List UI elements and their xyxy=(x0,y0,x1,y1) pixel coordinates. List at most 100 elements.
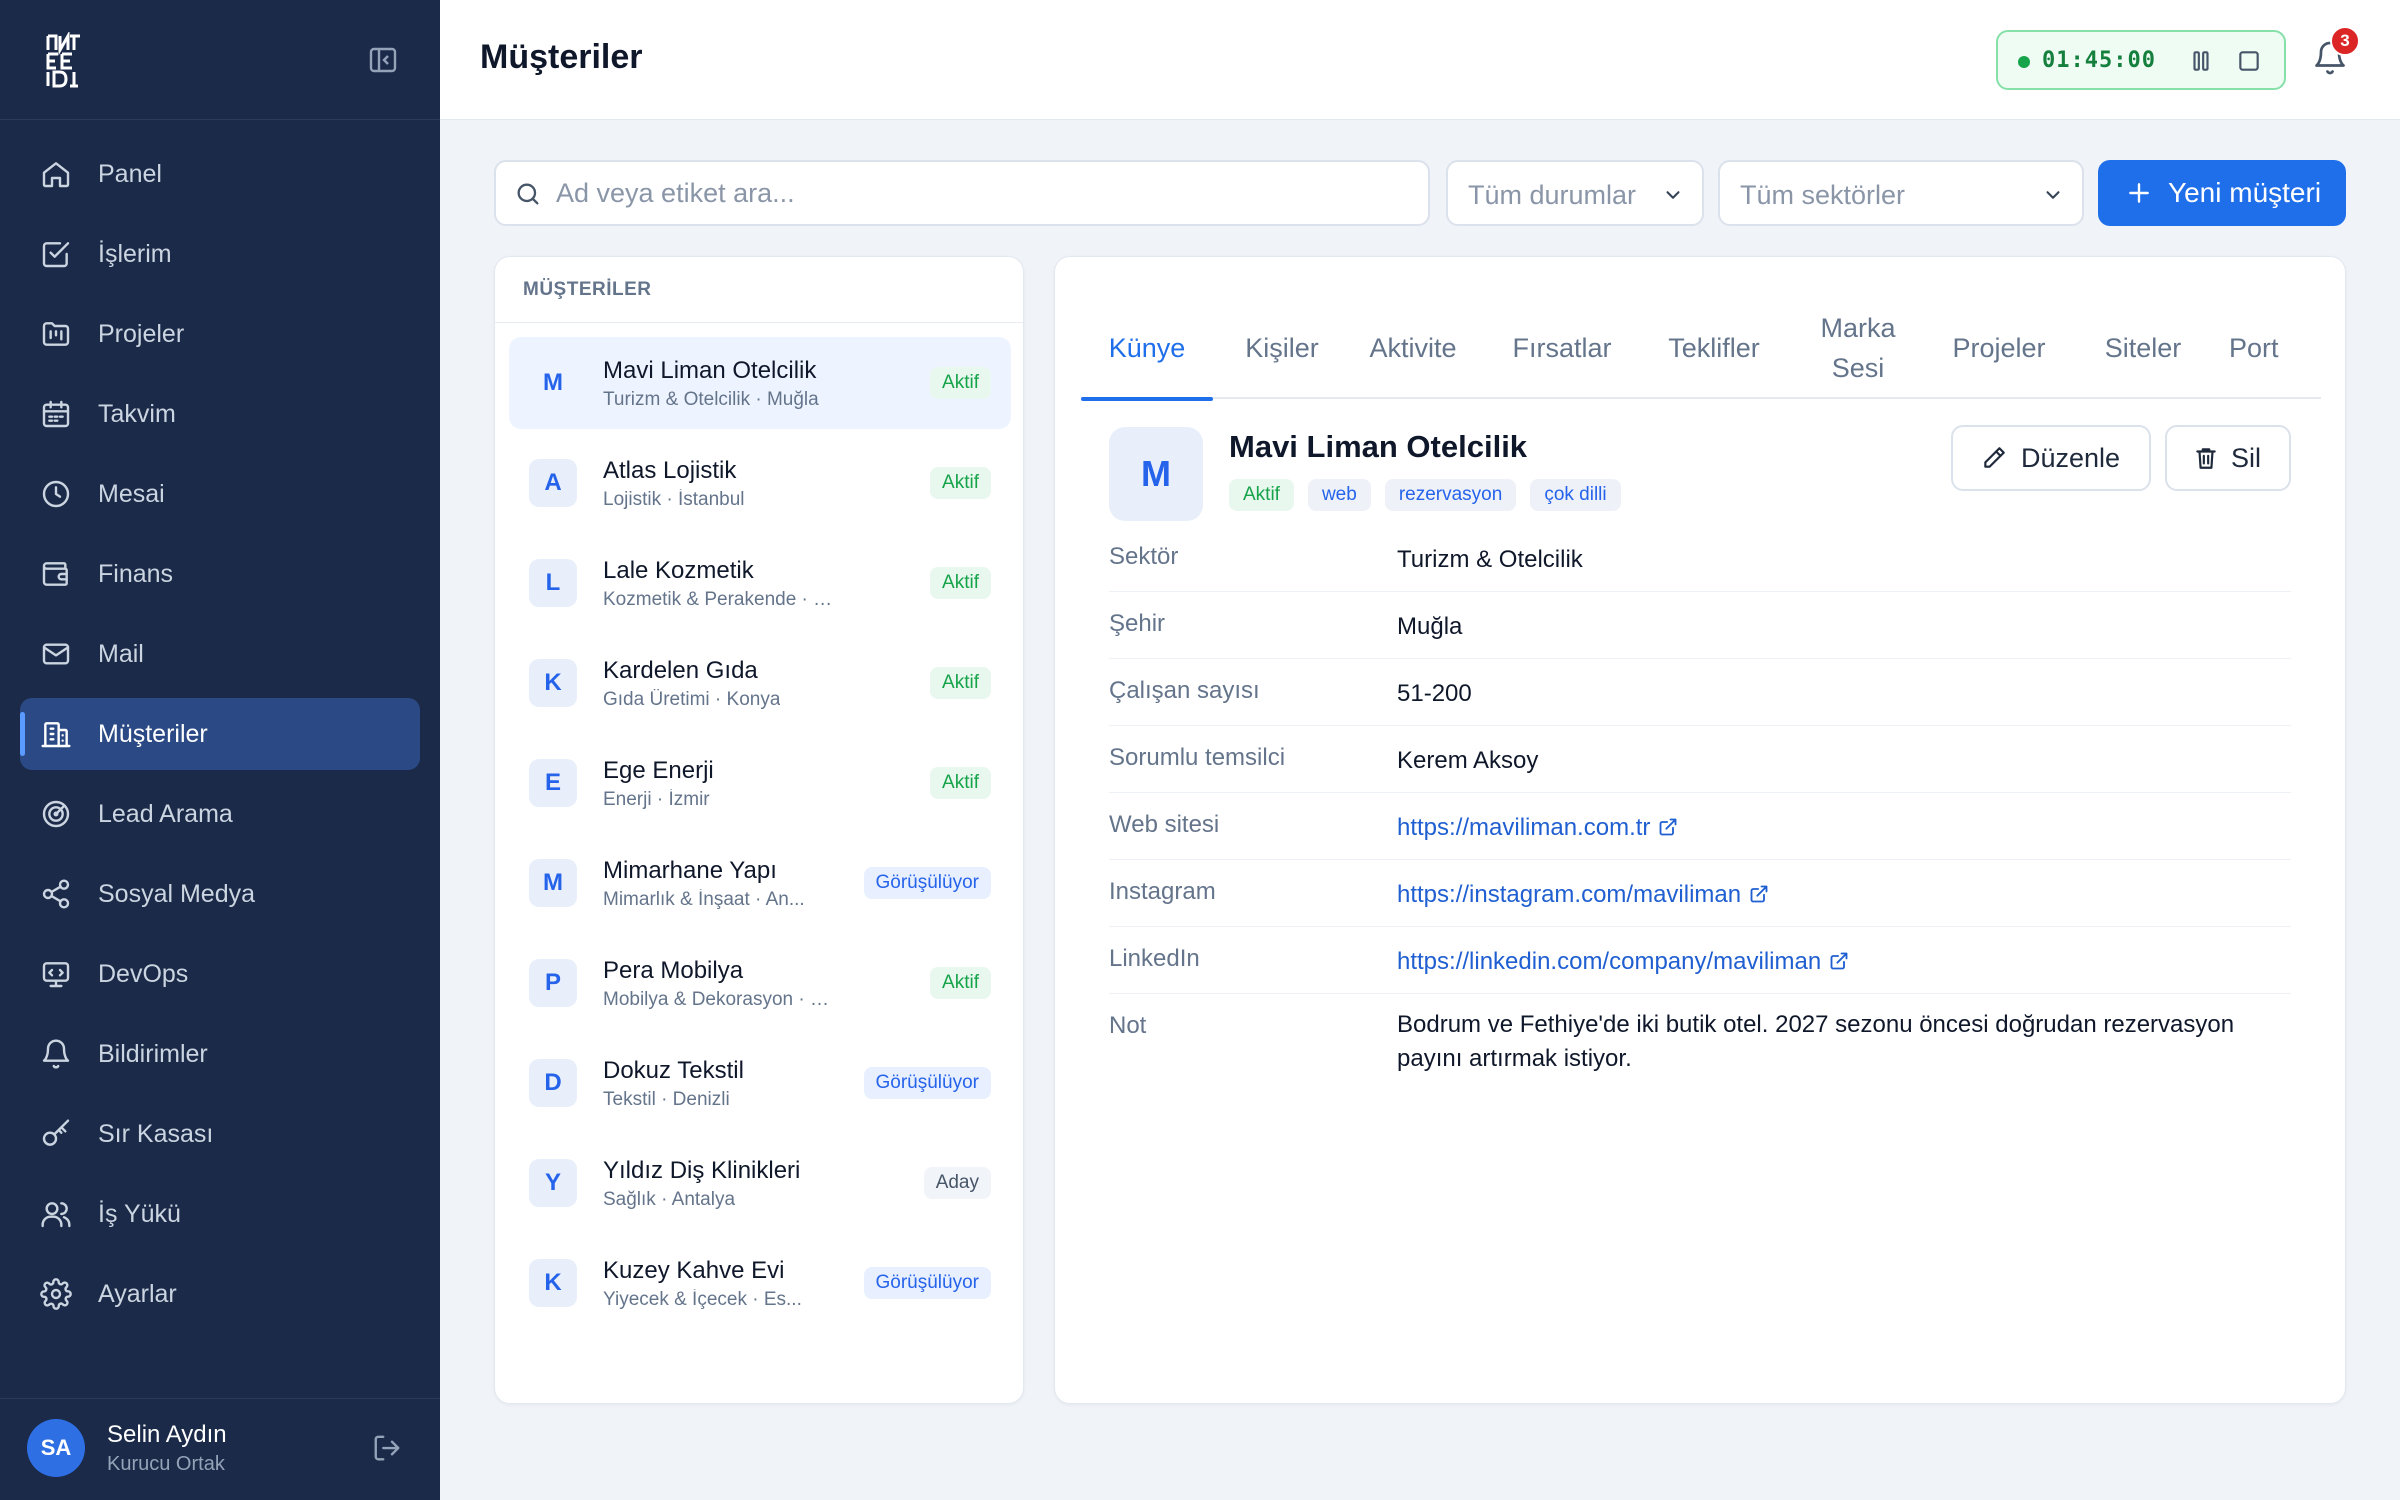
field-label: Web sitesi xyxy=(1109,811,1220,838)
customer-name: Lale Kozmetik xyxy=(603,557,754,584)
folder-kanban-icon xyxy=(42,322,70,346)
tag: web xyxy=(1307,479,1371,511)
users-icon xyxy=(41,1202,71,1228)
field-label: Instagram xyxy=(1109,878,1216,905)
status-badge: Aktif xyxy=(930,567,991,599)
check-square-icon xyxy=(42,242,70,268)
tab-teklifler[interactable]: Teklifler xyxy=(1649,297,1779,399)
tab-marka-sesi[interactable]: Marka Sesi xyxy=(1803,297,1913,399)
customer-list-item[interactable]: Y Yıldız Diş Klinikleri Sağlık · Antalya… xyxy=(509,1137,1011,1229)
sidebar-item-label: İşlerim xyxy=(98,239,172,268)
sidebar-item-devops[interactable]: DevOps xyxy=(20,938,420,1010)
sector-filter-select[interactable]: Tüm sektörler xyxy=(1718,160,2084,226)
avatar[interactable]: SA xyxy=(27,1419,85,1477)
app-logo[interactable] xyxy=(44,32,90,90)
sidebar-item-label: Panel xyxy=(98,159,162,188)
sidebar: Panel İşlerim Projeler Takvim Mesai Fina… xyxy=(0,0,440,1500)
edit-button[interactable]: Düzenle xyxy=(1951,425,2151,491)
field-label: Sektör xyxy=(1109,543,1179,570)
tag: rezervasyon xyxy=(1384,479,1517,511)
user-panel: SA Selin Aydın Kurucu Ortak xyxy=(0,1398,440,1500)
sidebar-item-label: Mesai xyxy=(98,479,165,508)
customer-meta: Turizm & Otelcilik · Muğla xyxy=(603,389,819,410)
sidebar-item-islerim[interactable]: İşlerim xyxy=(20,218,420,290)
status-badge: Aktif xyxy=(930,467,991,499)
sidebar-item-musteriler[interactable]: Müşteriler xyxy=(20,698,420,770)
sidebar-item-ayarlar[interactable]: Ayarlar xyxy=(20,1258,420,1330)
sidebar-item-label: Finans xyxy=(98,559,174,588)
external-link-icon xyxy=(1830,952,1848,970)
tab-kisiler[interactable]: Kişiler xyxy=(1229,297,1335,399)
customer-name: Kuzey Kahve Evi xyxy=(603,1257,785,1284)
sidebar-item-mesai[interactable]: Mesai xyxy=(20,458,420,530)
home-icon xyxy=(42,162,70,188)
linkedin-link-text: https://linkedin.com/company/maviliman xyxy=(1397,948,1822,975)
tab-portfolyo[interactable]: Port xyxy=(2219,297,2321,399)
sidebar-collapse-icon[interactable] xyxy=(368,46,398,74)
sidebar-item-label: Lead Arama xyxy=(98,799,233,828)
tab-siteler[interactable]: Siteler xyxy=(2085,297,2201,399)
stop-icon[interactable] xyxy=(2236,48,2262,74)
customer-list-item[interactable]: P Pera Mobilya Mobilya & Dekorasyon · Bu… xyxy=(509,937,1011,1029)
instagram-link[interactable]: https://instagram.com/maviliman xyxy=(1397,860,2291,926)
sidebar-item-is-yuku[interactable]: İş Yükü xyxy=(20,1178,420,1250)
customer-list-heading: MÜŞTERİLER xyxy=(495,257,1023,323)
chevron-down-icon xyxy=(2046,191,2060,199)
sidebar-item-lead-arama[interactable]: Lead Arama xyxy=(20,778,420,850)
website-link[interactable]: https://maviliman.com.tr xyxy=(1397,793,2291,859)
logout-icon[interactable] xyxy=(372,1433,402,1463)
delete-button-label: Sil xyxy=(2231,442,2262,473)
sidebar-item-mail[interactable]: Mail xyxy=(20,618,420,690)
customer-meta: Kozmetik & Perakende · İzmir xyxy=(603,589,833,610)
sidebar-item-label: Bildirimler xyxy=(98,1039,208,1068)
customer-initial: P xyxy=(529,959,577,1007)
sidebar-item-takvim[interactable]: Takvim xyxy=(20,378,420,450)
customer-list-item[interactable]: K Kuzey Kahve Evi Yiyecek & İçecek · Es.… xyxy=(509,1237,1011,1329)
customer-list-item[interactable]: D Dokuz Tekstil Tekstil · Denizli Görüşü… xyxy=(509,1037,1011,1129)
customer-tags: Aktif web rezervasyon çok dilli xyxy=(1229,479,1635,511)
delete-button[interactable]: Sil xyxy=(2165,425,2291,491)
customer-list-item[interactable]: A Atlas Lojistik Lojistik · İstanbul Akt… xyxy=(509,437,1011,529)
tab-aktivite[interactable]: Aktivite xyxy=(1351,297,1475,399)
tab-firsatlar[interactable]: Fırsatlar xyxy=(1493,297,1631,399)
search-input[interactable] xyxy=(556,170,1406,216)
customer-list-item[interactable]: L Lale Kozmetik Kozmetik & Perakende · İ… xyxy=(509,537,1011,629)
sidebar-item-panel[interactable]: Panel xyxy=(20,138,420,210)
customer-list-item[interactable]: M Mavi Liman Otelcilik Turizm & Otelcili… xyxy=(509,337,1011,429)
pencil-icon xyxy=(1984,447,2005,468)
status-badge: Görüşülüyor xyxy=(863,867,991,899)
customer-list-item[interactable]: K Kardelen Gıda Gıda Üretimi · Konya Akt… xyxy=(509,637,1011,729)
customer-initial: M xyxy=(529,859,577,907)
customer-list-panel: MÜŞTERİLER M Mavi Liman Otelcilik Turizm… xyxy=(494,256,1024,1404)
customer-name: Pera Mobilya xyxy=(603,957,744,984)
status-badge: Aday xyxy=(923,1167,991,1199)
linkedin-link[interactable]: https://linkedin.com/company/maviliman xyxy=(1397,927,2291,993)
sidebar-header xyxy=(0,0,440,120)
tab-projeler[interactable]: Projeler xyxy=(1933,297,2065,399)
customer-list-item[interactable]: E Ege Enerji Enerji · İzmir Aktif xyxy=(509,737,1011,829)
sidebar-item-bildirimler[interactable]: Bildirimler xyxy=(20,1018,420,1090)
customer-list-item[interactable]: M Mimarhane Yapı Mimarlık & İnşaat · An.… xyxy=(509,837,1011,929)
sidebar-item-finans[interactable]: Finans xyxy=(20,538,420,610)
calendar-icon xyxy=(42,400,70,428)
external-link-icon xyxy=(1659,818,1677,836)
info-row-calisan-sayisi: Çalışan sayısı 51-200 xyxy=(1109,659,2291,726)
customer-initial: E xyxy=(529,759,577,807)
user-role: Kurucu Ortak xyxy=(107,1453,225,1475)
tag: çok dilli xyxy=(1530,479,1621,511)
new-customer-button[interactable]: Yeni müşteri xyxy=(2098,160,2346,226)
detail-tabs: Künye Kişiler Aktivite Fırsatlar Teklifl… xyxy=(1081,297,2321,401)
page-title: Müşteriler xyxy=(480,38,643,76)
sidebar-item-sosyal-medya[interactable]: Sosyal Medya xyxy=(20,858,420,930)
sidebar-item-sir-kasasi[interactable]: Sır Kasası xyxy=(20,1098,420,1170)
customer-meta: Tekstil · Denizli xyxy=(603,1089,730,1110)
status-badge: Aktif xyxy=(930,967,991,999)
customer-name: Mavi Liman Otelcilik xyxy=(603,357,817,384)
tab-kunye[interactable]: Künye xyxy=(1081,297,1213,401)
pause-icon[interactable] xyxy=(2188,48,2214,74)
sidebar-item-label: Projeler xyxy=(98,319,185,348)
sidebar-item-projeler[interactable]: Projeler xyxy=(20,298,420,370)
status-filter-select[interactable]: Tüm durumlar xyxy=(1446,160,1704,226)
gear-icon xyxy=(40,1278,72,1310)
share-icon xyxy=(42,879,70,909)
